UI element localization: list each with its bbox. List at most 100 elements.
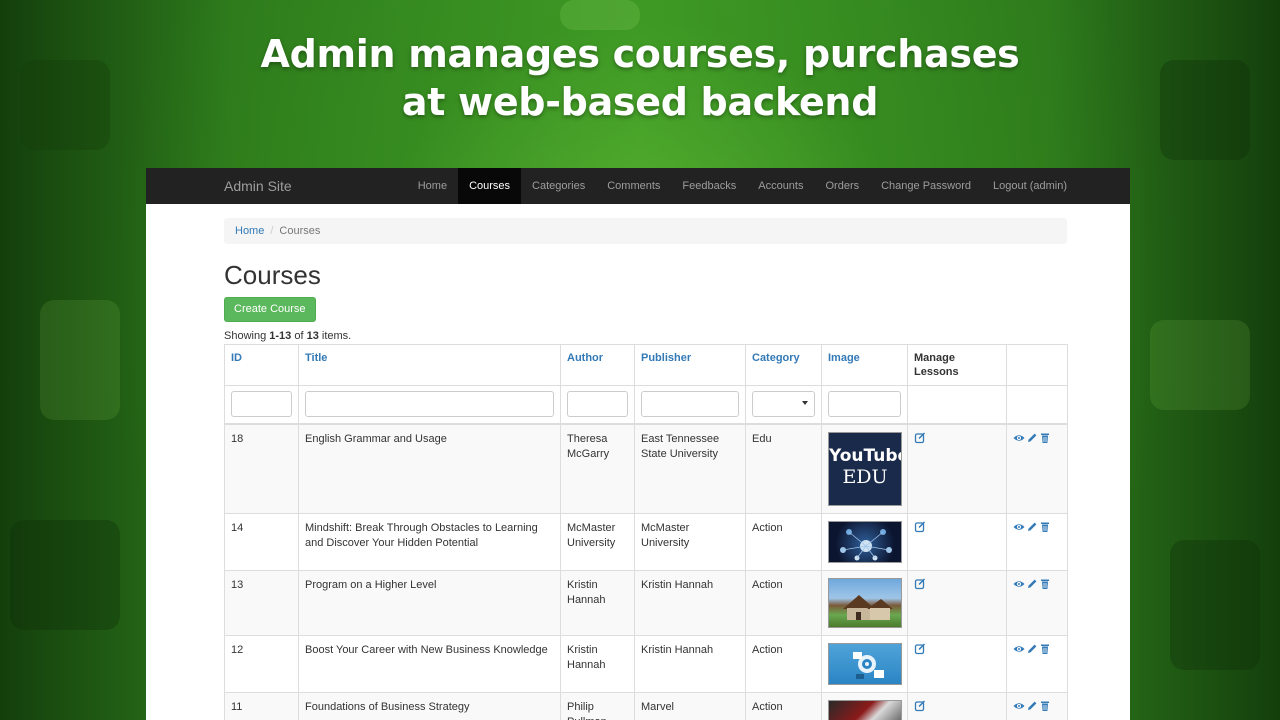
eye-icon[interactable] (1013, 521, 1025, 533)
trash-icon[interactable] (1039, 643, 1051, 655)
pencil-icon[interactable] (1026, 578, 1038, 590)
cell-author: Theresa McGarry (560, 423, 635, 514)
column-header-image[interactable]: Image (821, 344, 908, 386)
nav-item-logout[interactable]: Logout (admin) (982, 168, 1078, 204)
cell-image: YouTube EDU (821, 423, 908, 514)
cell-image (821, 512, 908, 571)
cell-category: Action (745, 634, 822, 693)
eye-icon[interactable] (1013, 643, 1025, 655)
column-header-publisher[interactable]: Publisher (634, 344, 746, 386)
course-image-house (828, 577, 902, 628)
admin-window: Admin Site Home Courses Categories Comme… (146, 168, 1130, 720)
cell-title: English Grammar and Usage (298, 423, 561, 514)
house-graphic (843, 594, 893, 620)
column-header-title[interactable]: Title (298, 344, 561, 386)
filter-cell (634, 385, 746, 425)
cell-author: Kristin Hannah (560, 569, 635, 636)
cell-manage-lessons (907, 423, 1007, 514)
trash-icon[interactable] (1039, 521, 1051, 533)
breadcrumb-separator: / (270, 225, 274, 237)
pencil-icon[interactable] (1026, 521, 1038, 533)
cell-image (821, 691, 908, 720)
headline-line-1: Admin manages courses, purchases (260, 32, 1020, 76)
cell-publisher: McMaster University (634, 512, 746, 571)
edit-square-icon[interactable] (914, 520, 926, 533)
nav-menu: Home Courses Categories Comments Feedbac… (407, 168, 1078, 204)
summary-of: of (291, 330, 307, 342)
cell-publisher: Marvel (634, 691, 746, 720)
cell-author: McMaster University (560, 512, 635, 571)
nav-item-courses[interactable]: Courses (458, 168, 522, 204)
filter-cell (821, 385, 908, 425)
nav-item-home[interactable]: Home (407, 168, 458, 204)
cell-manage-lessons (907, 512, 1007, 571)
chevron-down-icon (802, 401, 808, 405)
cell-id: 12 (224, 634, 299, 693)
cell-author: Kristin Hannah (560, 634, 635, 693)
table-row: 18 English Grammar and Usage Theresa McG… (224, 423, 1068, 514)
cell-title: Boost Your Career with New Business Know… (298, 634, 561, 693)
eye-icon[interactable] (1013, 432, 1025, 444)
course-image-text-top: YouTube (829, 445, 902, 466)
cell-id: 18 (224, 423, 299, 514)
filter-cell-empty (1006, 385, 1068, 425)
filter-publisher-input[interactable] (641, 391, 739, 417)
filter-image-input[interactable] (828, 391, 901, 417)
filter-title-input[interactable] (305, 391, 554, 417)
trash-icon[interactable] (1039, 700, 1051, 712)
trash-icon[interactable] (1039, 432, 1051, 444)
headline-line-2: at web-based backend (401, 80, 879, 124)
pencil-icon[interactable] (1026, 700, 1038, 712)
nav-item-orders[interactable]: Orders (814, 168, 870, 204)
nav-item-accounts[interactable]: Accounts (747, 168, 814, 204)
mind-network-graphic (840, 528, 892, 560)
background-pattern (1150, 320, 1250, 410)
column-header-id[interactable]: ID (224, 344, 299, 386)
column-header-category[interactable]: Category (745, 344, 822, 386)
trash-icon[interactable] (1039, 578, 1051, 590)
summary-prefix: Showing (224, 330, 270, 342)
create-course-button[interactable]: Create Course (224, 297, 316, 322)
cell-image (821, 569, 908, 636)
filter-id-input[interactable] (231, 391, 292, 417)
background-pattern (40, 300, 120, 420)
cell-author: Philip Pullman (560, 691, 635, 720)
eye-icon[interactable] (1013, 578, 1025, 590)
navbar: Admin Site Home Courses Categories Comme… (146, 168, 1130, 204)
filter-author-input[interactable] (567, 391, 628, 417)
cell-title: Program on a Higher Level (298, 569, 561, 636)
edit-square-icon[interactable] (914, 431, 926, 444)
edit-square-icon[interactable] (914, 642, 926, 655)
pencil-icon[interactable] (1026, 643, 1038, 655)
page-title: Courses (224, 260, 321, 290)
breadcrumb: Home / Courses (224, 218, 1067, 244)
filter-cell-empty (907, 385, 1007, 425)
column-header-author[interactable]: Author (560, 344, 635, 386)
breadcrumb-current: Courses (279, 225, 321, 237)
breadcrumb-home-link[interactable]: Home (235, 225, 264, 237)
pencil-icon[interactable] (1026, 432, 1038, 444)
cell-title: Foundations of Business Strategy (298, 691, 561, 720)
nav-item-categories[interactable]: Categories (521, 168, 596, 204)
filter-category-select[interactable] (752, 391, 815, 417)
grid-summary: Showing 1-13 of 13 items. (224, 329, 1067, 343)
brand-link[interactable]: Admin Site (224, 168, 292, 204)
edit-square-icon[interactable] (914, 699, 926, 712)
eye-icon[interactable] (1013, 700, 1025, 712)
cell-actions (1006, 691, 1068, 720)
cell-actions (1006, 569, 1068, 636)
table-row: 13 Program on a Higher Level Kristin Han… (224, 569, 1068, 636)
cell-image (821, 634, 908, 693)
nav-item-feedbacks[interactable]: Feedbacks (671, 168, 747, 204)
cell-actions (1006, 423, 1068, 514)
background-pattern (1170, 540, 1260, 670)
filter-row (224, 385, 1068, 425)
summary-suffix: items. (318, 330, 352, 342)
nav-item-change-password[interactable]: Change Password (870, 168, 982, 204)
summary-range: 1-13 (269, 330, 292, 342)
nav-item-comments[interactable]: Comments (596, 168, 671, 204)
cell-actions (1006, 634, 1068, 693)
edit-square-icon[interactable] (914, 577, 926, 590)
course-image-text-bottom: EDU (842, 465, 888, 488)
cell-publisher: Kristin Hannah (634, 569, 746, 636)
